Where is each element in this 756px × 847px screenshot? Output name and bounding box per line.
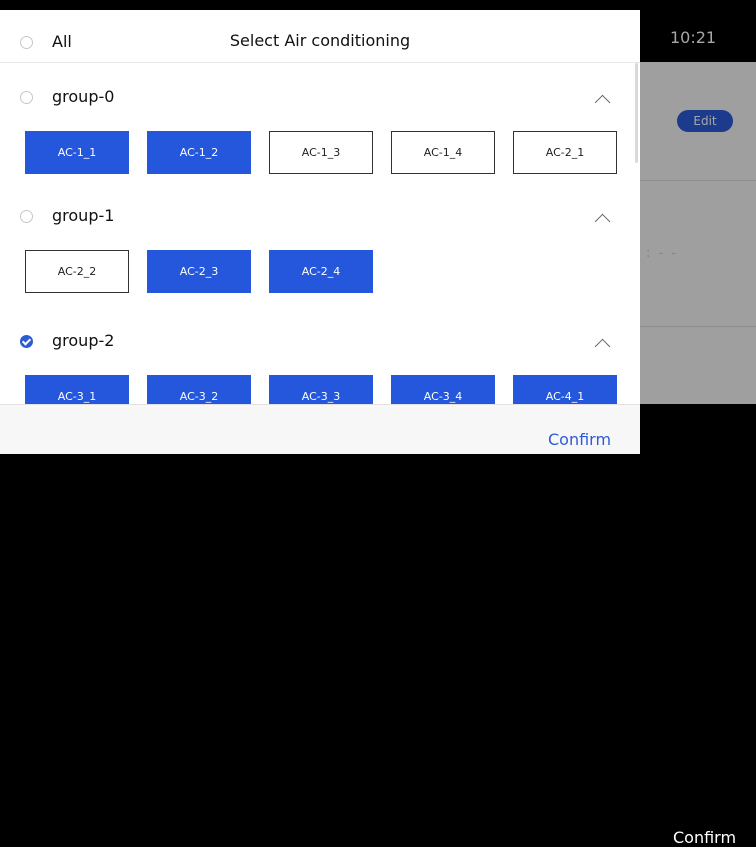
ac-unit-button[interactable]: AC-3_2 — [147, 375, 251, 404]
chevron-up-icon[interactable] — [594, 338, 611, 355]
select-ac-dialog: All Select Air conditioning group-0 AC-1_… — [0, 10, 640, 454]
scrollbar[interactable] — [635, 63, 638, 163]
dialog-title: Select Air conditioning — [229, 31, 411, 50]
dialog-header: All Select Air conditioning — [0, 10, 640, 63]
ac-unit-button[interactable]: AC-3_1 — [25, 375, 129, 404]
confirm-button[interactable]: Confirm — [548, 430, 611, 449]
ac-unit-button[interactable]: AC-2_3 — [147, 250, 251, 293]
ac-unit-button[interactable]: AC-3_4 — [391, 375, 495, 404]
chevron-up-icon[interactable] — [594, 213, 611, 230]
group-list[interactable]: group-0 AC-1_1 AC-1_2 AC-1_3 AC-1_4 AC-2_1gro… — [0, 63, 640, 404]
ac-unit-button[interactable]: AC-3_3 — [269, 375, 373, 404]
group-radio[interactable] — [20, 210, 33, 223]
ac-unit-button[interactable]: AC-1_2 — [147, 131, 251, 174]
group-label[interactable]: group-0 — [52, 87, 114, 106]
group-radio[interactable] — [20, 91, 33, 104]
group-radio[interactable] — [20, 335, 33, 348]
dialog-footer — [0, 404, 640, 454]
ac-unit-button[interactable]: AC-1_4 — [391, 131, 495, 174]
ac-unit-button[interactable]: AC-2_4 — [269, 250, 373, 293]
ac-unit-button[interactable]: AC-2_2 — [25, 250, 129, 293]
ac-unit-button[interactable]: AC-4_1 — [513, 375, 617, 404]
ac-unit-button[interactable]: AC-1_3 — [269, 131, 373, 174]
chevron-up-icon[interactable] — [594, 94, 611, 111]
ac-unit-button[interactable]: AC-2_1 — [513, 131, 617, 174]
group-label[interactable]: group-1 — [52, 206, 114, 225]
ac-unit-button[interactable]: AC-1_1 — [25, 131, 129, 174]
background-confirm-button[interactable]: Confirm — [673, 828, 736, 847]
group-label[interactable]: group-2 — [52, 331, 114, 350]
